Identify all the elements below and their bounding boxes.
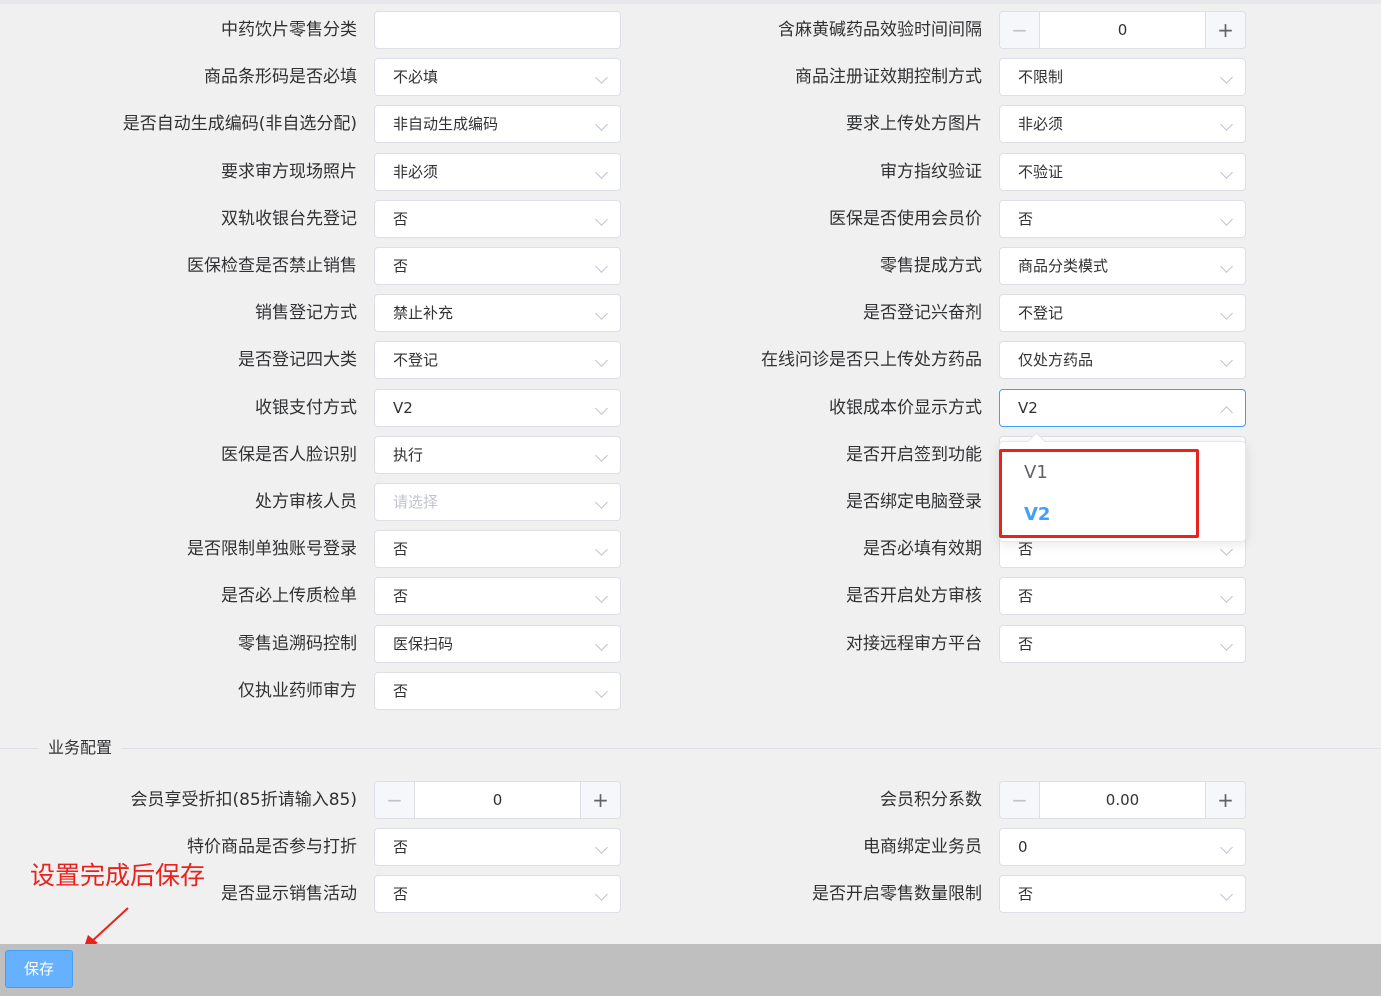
field-value: 否 <box>1018 635 1034 653</box>
chevron-down-icon <box>1220 213 1233 226</box>
chevron-down-icon <box>1220 590 1233 603</box>
chevron-down-icon <box>1220 543 1233 556</box>
chevron-down-icon <box>1220 841 1233 854</box>
save-button[interactable]: 保存 <box>5 950 73 988</box>
select-field[interactable]: 否 <box>999 875 1246 913</box>
field-label: 收银成本价显示方式 <box>829 398 982 418</box>
field-label: 是否登记兴奋剂 <box>863 303 982 323</box>
stepper-value[interactable]: 0 <box>1040 12 1205 48</box>
field-label: 是否绑定电脑登录 <box>846 492 982 512</box>
chevron-down-icon <box>1220 260 1233 273</box>
chevron-down-icon <box>1220 118 1233 131</box>
select-field[interactable]: 仅处方药品 <box>999 341 1246 379</box>
field-label: 会员积分系数 <box>880 790 982 810</box>
field-value: V2 <box>1018 399 1038 417</box>
select-field[interactable]: 非必须 <box>999 105 1246 143</box>
field-label: 是否开启签到功能 <box>846 445 982 465</box>
field-label: 要求上传处方图片 <box>846 114 982 134</box>
select-field[interactable]: 否 <box>374 672 621 710</box>
field-label: 零售提成方式 <box>880 256 982 276</box>
field-value: 非必须 <box>1018 115 1064 133</box>
increment-button[interactable]: + <box>1205 782 1245 818</box>
chevron-down-icon <box>1220 354 1233 367</box>
chevron-down-icon <box>1220 638 1233 651</box>
field-label: 仅执业药师审方 <box>238 681 357 701</box>
section-title: 业务配置 <box>38 737 123 759</box>
field-label: 审方指纹验证 <box>880 162 982 182</box>
number-stepper[interactable]: −0 + <box>999 11 1246 49</box>
field-value: 0 <box>1018 838 1028 856</box>
field-label: 含麻黄碱药品效验时间间隔 <box>778 20 982 40</box>
chevron-down-icon <box>1220 406 1233 419</box>
field-value: 否 <box>1018 210 1034 228</box>
field-value: 商品分类模式 <box>1018 257 1109 275</box>
chevron-down-icon <box>1220 888 1233 901</box>
select-field[interactable]: V2 <box>999 389 1246 427</box>
select-field[interactable]: 否 <box>999 625 1246 663</box>
field-value: 否 <box>393 682 409 700</box>
field-value: 否 <box>1018 587 1034 605</box>
field-value: 不限制 <box>1018 68 1064 86</box>
chevron-down-icon <box>1220 166 1233 179</box>
select-field[interactable]: 否 <box>999 200 1246 238</box>
field-label: 对接远程审方平台 <box>846 634 982 654</box>
stepper-value[interactable]: 0.00 <box>1040 782 1205 818</box>
select-field[interactable]: 商品分类模式 <box>999 247 1246 285</box>
field-value: 不登记 <box>1018 304 1064 322</box>
chevron-down-icon <box>1220 71 1233 84</box>
footer-bar <box>0 944 1381 996</box>
annotation-highlight-box <box>999 449 1199 538</box>
decrement-button[interactable]: − <box>1000 782 1040 818</box>
decrement-button[interactable]: − <box>1000 12 1040 48</box>
field-label: 在线问诊是否只上传处方药品 <box>761 350 982 370</box>
select-field[interactable]: 不验证 <box>999 153 1246 191</box>
field-label: 商品注册证效期控制方式 <box>795 67 982 87</box>
increment-button[interactable]: + <box>1205 12 1245 48</box>
field-label: 是否开启处方审核 <box>846 586 982 606</box>
select-field[interactable]: 否 <box>999 577 1246 615</box>
chevron-down-icon <box>1220 307 1233 320</box>
field-label: 是否必填有效期 <box>863 539 982 559</box>
section-divider <box>0 748 1381 749</box>
top-border <box>0 0 1381 4</box>
annotation-text: 设置完成后保存 <box>30 861 206 890</box>
chevron-down-icon <box>595 685 608 698</box>
field-label: 医保是否使用会员价 <box>829 209 982 229</box>
select-field[interactable]: 不限制 <box>999 58 1246 96</box>
field-value: 仅处方药品 <box>1018 351 1094 369</box>
select-field[interactable]: 0 <box>999 828 1246 866</box>
select-field[interactable]: 不登记 <box>999 294 1246 332</box>
field-value: 不验证 <box>1018 163 1064 181</box>
number-stepper[interactable]: −0.00 + <box>999 781 1246 819</box>
field-value: 否 <box>1018 885 1034 903</box>
